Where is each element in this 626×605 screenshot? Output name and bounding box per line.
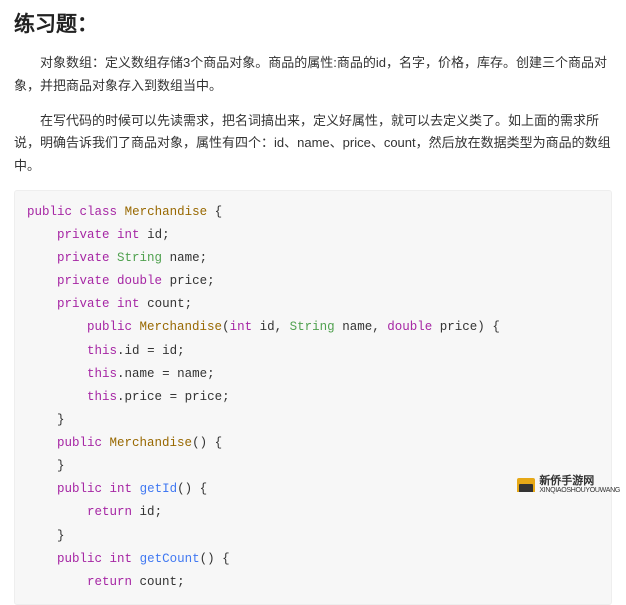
kw-class: class [80,205,118,219]
field-price: price [170,274,208,288]
fn-getcount: getCount [140,552,200,566]
field-id: id [147,228,162,242]
house-icon [517,478,535,492]
type-double: double [117,274,162,288]
paragraph-2: 在写代码的时候可以先读需求，把名词搞出来，定义好属性，就可以去定义类了。如上面的… [14,110,612,178]
page-title: 练习题： [14,8,612,38]
code-block: public class Merchandise { private int i… [14,190,612,605]
watermark: 新侨手游网 XINQIAOSHOUYOUWANG [517,476,620,494]
fn-getid: getId [140,482,178,496]
constructor-name: Merchandise [140,320,223,334]
kw-this: this [87,344,117,358]
class-name: Merchandise [125,205,208,219]
kw-return: return [87,505,132,519]
watermark-url: XINQIAOSHOUYOUWANG [539,487,620,494]
field-count: count [147,297,185,311]
type-string: String [117,251,162,265]
field-name: name [170,251,200,265]
kw-public: public [27,205,72,219]
type-int: int [117,228,140,242]
paragraph-1: 对象数组：定义数组存储3个商品对象。商品的属性:商品的id，名字，价格，库存。创… [14,52,612,98]
watermark-name: 新侨手游网 [539,476,620,487]
kw-private: private [57,228,110,242]
